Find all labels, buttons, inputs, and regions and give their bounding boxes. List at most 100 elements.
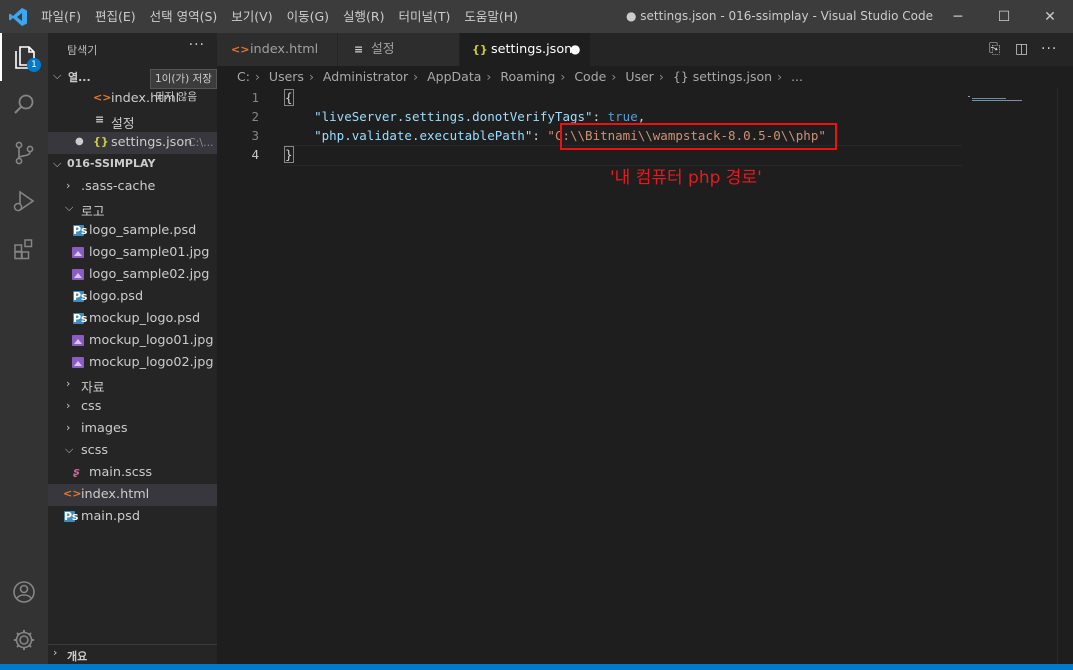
chevron-down-icon: ⌵ [53, 157, 62, 170]
breadcrumb-item[interactable]: ... [791, 66, 803, 88]
menu-terminal[interactable]: 터미널(T) [392, 0, 458, 33]
breadcrumb-item[interactable]: Code [574, 66, 606, 88]
chevron-right-icon: › [66, 377, 71, 390]
explorer-icon[interactable] [0, 33, 48, 81]
annotation-text: '내 컴퓨터 php 경로' [610, 168, 762, 188]
breadcrumb-item[interactable]: User [625, 66, 654, 88]
json-file-icon: {} [93, 135, 109, 148]
settings-gear-icon[interactable] [0, 616, 48, 664]
folder-sass-cache[interactable]: › .sass-cache [48, 176, 217, 198]
folder-logo[interactable]: ⌵ 로고 [48, 198, 217, 220]
folder-scss[interactable]: ⌵ scss [48, 440, 217, 462]
vertical-scrollbar[interactable] [1057, 88, 1072, 664]
breadcrumb-item[interactable]: AppData [427, 66, 481, 88]
annotation-box [560, 123, 837, 150]
minimap[interactable] [968, 90, 1058, 101]
image-file-icon [72, 269, 84, 280]
chevron-right-icon: › [66, 421, 71, 434]
breadcrumb-item[interactable]: Roaming [500, 66, 555, 88]
title-bar: 파일(F) 편집(E) 선택 영역(S) 보기(V) 이동(G) 실행(R) 터… [0, 0, 1073, 33]
psd-file-icon: Ps [73, 224, 88, 237]
html-file-icon: <> [93, 91, 112, 104]
menu-edit[interactable]: 편집(E) [88, 0, 143, 33]
file-mockup-logo-psd[interactable]: Ps mockup_logo.psd [48, 308, 217, 330]
account-icon[interactable] [0, 568, 48, 616]
file-logo-psd[interactable]: Ps logo.psd [48, 286, 217, 308]
breadcrumb: C: › Users › Administrator › AppData › Roami… [217, 66, 1073, 88]
sidebar-title: 탐색기 [67, 44, 98, 57]
file-path: C:\... [188, 136, 214, 149]
folder-materials[interactable]: › 자료 [48, 374, 217, 396]
menu-view[interactable]: 보기(V) [224, 0, 279, 33]
code-line-1: { [284, 89, 294, 106]
file-mockup-logo02-jpg[interactable]: mockup_logo02.jpg [48, 352, 217, 374]
chevron-right-icon: › [53, 646, 58, 659]
chevron-down-icon: ⌵ [65, 443, 74, 456]
menu-run[interactable]: 실행(R) [336, 0, 391, 33]
split-editor-icon[interactable]: ◫ [1015, 33, 1028, 66]
html-file-icon: <> [63, 487, 82, 500]
breadcrumb-item[interactable]: {} settings.json [673, 66, 772, 88]
folder-css[interactable]: › css [48, 396, 217, 418]
open-editor-settings-json[interactable]: ● {} settings.json C:\... [48, 132, 217, 154]
more-actions-icon[interactable]: ··· [189, 37, 205, 53]
breadcrumb-item[interactable]: Users [269, 66, 304, 88]
file-logo-sample02-jpg[interactable]: logo_sample02.jpg [48, 264, 217, 286]
menu-go[interactable]: 이동(G) [280, 0, 336, 33]
breadcrumb-item[interactable]: C: [237, 66, 250, 88]
dirty-dot-icon: ● [75, 136, 84, 147]
run-debug-icon[interactable] [0, 177, 48, 225]
project-folder-header[interactable]: ⌵ 016-SSIMPLAY [48, 154, 217, 176]
outline-section[interactable]: › 개요 [48, 644, 217, 664]
search-icon[interactable] [0, 81, 48, 129]
menu-help[interactable]: 도움말(H) [457, 0, 525, 33]
folder-images[interactable]: › images [48, 418, 217, 440]
chevron-down-icon: ⌵ [65, 201, 74, 214]
minimize-button[interactable]: ─ [935, 0, 981, 33]
menu-file[interactable]: 파일(F) [34, 0, 88, 33]
unsaved-count-badge: 1 [27, 58, 41, 72]
maximize-button[interactable]: ☐ [981, 0, 1027, 33]
settings-file-icon: ≡ [95, 113, 105, 126]
tab-index-html[interactable]: <> index.html [217, 33, 338, 66]
line-number: 4 [251, 147, 259, 162]
open-editor-index-html[interactable]: <> index.html [48, 88, 217, 110]
code-editor[interactable]: 1 2 3 4 { "liveServer.settings.donotVeri… [217, 88, 1073, 664]
menu-bar: 파일(F) 편집(E) 선택 영역(S) 보기(V) 이동(G) 실행(R) 터… [34, 0, 525, 33]
settings-file-icon: ≡ [354, 43, 364, 56]
tab-settings-json[interactable]: {} settings.json ● [460, 33, 591, 66]
tab-settings[interactable]: ≡ 설정 [338, 33, 460, 66]
file-mockup-logo01-jpg[interactable]: mockup_logo01.jpg [48, 330, 217, 352]
tab-bar: <> index.html ≡ 설정 {} settings.json ● ⎘ … [217, 33, 1073, 66]
open-editor-settings[interactable]: ≡ 설정 [48, 110, 217, 132]
image-file-icon [72, 247, 84, 258]
source-control-icon[interactable] [0, 129, 48, 177]
file-logo-sample-psd[interactable]: Ps logo_sample.psd [48, 220, 217, 242]
psd-file-icon: Ps [73, 312, 88, 325]
image-file-icon [72, 335, 84, 346]
close-button[interactable]: ✕ [1027, 0, 1073, 33]
chevron-down-icon: ⌵ [53, 69, 62, 82]
unsaved-tooltip: 1이(가) 저장되지 않음 [150, 69, 217, 103]
more-actions-icon[interactable]: ··· [1041, 33, 1057, 66]
line-number: 1 [251, 90, 259, 105]
line-number: 3 [251, 128, 259, 143]
file-main-psd[interactable]: Ps main.psd [48, 506, 217, 528]
line-number: 2 [251, 109, 259, 124]
code-line-2: "liveServer.settings.donotVerifyTags": t… [314, 109, 646, 124]
activity-bar: 1 [0, 33, 48, 664]
dirty-dot-icon[interactable]: ● [570, 33, 580, 66]
extensions-icon[interactable] [0, 225, 48, 273]
json-file-icon: {} [472, 43, 488, 56]
code-line-4: } [284, 146, 294, 163]
file-main-scss[interactable]: ʂ main.scss [48, 462, 217, 484]
vscode-logo-icon [8, 7, 28, 27]
open-changes-icon[interactable]: ⎘ [989, 33, 1000, 66]
menu-selection[interactable]: 선택 영역(S) [143, 0, 225, 33]
chevron-right-icon: › [66, 399, 71, 412]
file-logo-sample01-jpg[interactable]: logo_sample01.jpg [48, 242, 217, 264]
psd-file-icon: Ps [73, 290, 88, 303]
chevron-right-icon: › [66, 179, 71, 192]
breadcrumb-item[interactable]: Administrator [323, 66, 408, 88]
file-index-html[interactable]: <> index.html [48, 484, 217, 506]
